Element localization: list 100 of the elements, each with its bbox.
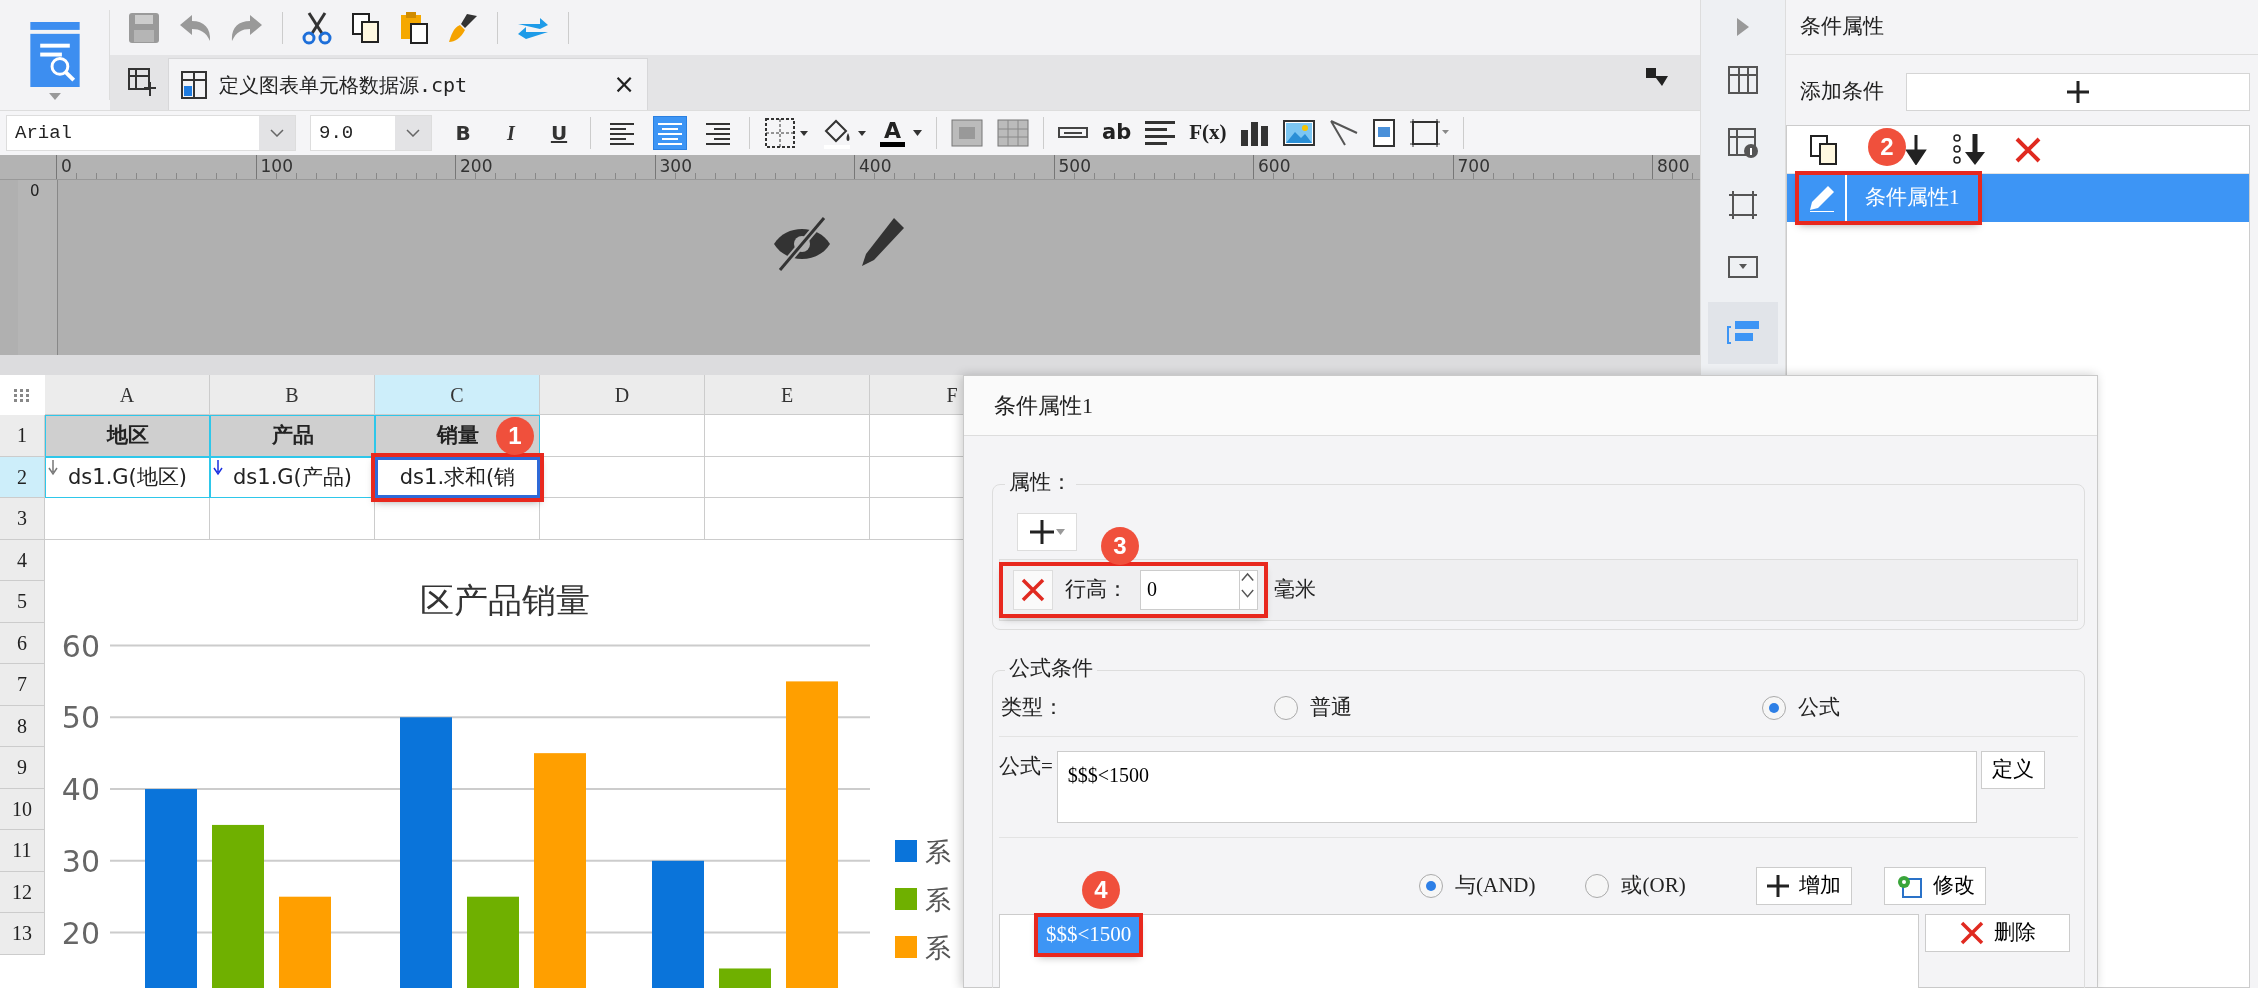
save-icon[interactable]: [128, 11, 160, 44]
row-header[interactable]: 10: [0, 788, 45, 830]
form-icon[interactable]: [1372, 119, 1395, 147]
caret-icon: [1055, 528, 1065, 535]
table-cell: ds1.G(地区): [45, 456, 210, 498]
add-property-button[interactable]: [1017, 512, 1077, 551]
align-lines-icon: [608, 120, 636, 146]
remove-property-button[interactable]: [1013, 569, 1053, 610]
row-header[interactable]: 13: [0, 913, 45, 955]
align-lines-icon: [704, 120, 732, 146]
axis-tick-label: 40: [61, 771, 100, 807]
row-height-input[interactable]: 0: [1140, 569, 1240, 610]
bar-chart-icon[interactable]: [1240, 120, 1269, 146]
property-label: 行高：: [1065, 575, 1128, 603]
dialog-title: 条件属性1: [964, 376, 2097, 436]
legend-label: 系: [925, 932, 951, 963]
row-header[interactable]: 3: [0, 498, 45, 540]
frame-icon[interactable]: [1408, 118, 1449, 148]
unit-label: 毫米: [1274, 575, 1316, 603]
formula-input[interactable]: $$$<1500: [1056, 751, 1977, 823]
column-header[interactable]: B: [210, 375, 375, 415]
row-header[interactable]: 6: [0, 622, 45, 664]
copy-icon[interactable]: [1809, 133, 1839, 166]
chevron-down-icon: [270, 129, 284, 137]
plus-icon: [1766, 875, 1789, 897]
row-header[interactable]: 11: [0, 830, 45, 872]
paragraph-icon[interactable]: [1145, 120, 1176, 146]
table-cell: 地区: [45, 415, 210, 457]
expand-arrow-icon: [48, 459, 58, 476]
add-button[interactable]: 增加: [1755, 867, 1852, 905]
delete-icon: [1021, 577, 1045, 602]
chevron-down-icon: [406, 129, 420, 137]
row-header[interactable]: 7: [0, 664, 45, 706]
italic-button[interactable]: I: [494, 116, 528, 150]
font-size-select[interactable]: 9.0: [310, 115, 432, 151]
paste-icon[interactable]: [399, 10, 429, 45]
add-condition-label: 添加条件: [1800, 78, 1884, 106]
font-color-button[interactable]: A: [880, 119, 923, 147]
brush-icon[interactable]: [447, 11, 479, 44]
undo-icon[interactable]: [178, 12, 212, 43]
logic-radio[interactable]: 与(AND): [1419, 870, 1536, 902]
caret-icon[interactable]: [48, 93, 61, 100]
file-tab[interactable]: 定义图表单元格数据源.cpt ×: [168, 58, 648, 110]
axis-tick-label: 50: [61, 699, 100, 735]
row-header[interactable]: 2: [0, 456, 45, 498]
formula-button[interactable]: F(x): [1189, 117, 1227, 149]
redo-icon[interactable]: [230, 12, 264, 43]
tab-title: 定义图表单元格数据源.cpt: [219, 71, 469, 99]
define-button[interactable]: 定义: [1980, 751, 2045, 789]
expand-arrow-icon: [213, 459, 223, 476]
modify-button[interactable]: 修改: [1883, 867, 1986, 905]
close-button[interactable]: ×: [613, 65, 635, 104]
table-cell: 产品: [210, 415, 375, 457]
merge-cells-icon[interactable]: [951, 119, 984, 147]
bold-button[interactable]: B: [446, 116, 480, 150]
delete-button[interactable]: 删除: [1925, 914, 2070, 952]
cell-info-icon: [1727, 127, 1759, 159]
text-label-button[interactable]: ab: [1102, 117, 1132, 149]
axis-tick-label: 30: [61, 843, 100, 879]
row-header[interactable]: 4: [0, 539, 45, 581]
align-center-button[interactable]: [653, 116, 687, 150]
report-logo-icon[interactable]: [29, 22, 80, 88]
column-header[interactable]: E: [705, 375, 870, 415]
text-field-icon[interactable]: [1058, 126, 1089, 140]
plus-icon: [1029, 519, 1054, 544]
ruler-label: 0: [30, 181, 41, 202]
type-radio[interactable]: 公式: [1762, 692, 1840, 724]
image-icon[interactable]: [1282, 120, 1315, 146]
column-header[interactable]: A: [45, 375, 210, 415]
split-cells-icon[interactable]: [997, 119, 1030, 147]
row-header[interactable]: 5: [0, 581, 45, 623]
copy-icon[interactable]: [351, 11, 381, 44]
arrow-down-icon[interactable]: [1905, 134, 1927, 165]
font-select[interactable]: Arial: [6, 115, 296, 151]
type-label: 类型：: [1001, 694, 1064, 722]
underline-button[interactable]: U: [542, 116, 576, 150]
add-sheet-icon[interactable]: [128, 68, 158, 98]
logic-radio[interactable]: 或(OR): [1585, 870, 1686, 902]
type-radio[interactable]: 普通: [1274, 692, 1352, 724]
fill-bucket-icon[interactable]: [822, 117, 866, 149]
border-icon[interactable]: [764, 117, 808, 149]
panel-title: 条件属性: [1786, 0, 2258, 55]
axis-tick-label: 20: [61, 915, 100, 951]
report-file-icon: [181, 70, 207, 99]
row-header[interactable]: 8: [0, 705, 45, 747]
column-header[interactable]: D: [540, 375, 705, 415]
row-header[interactable]: 12: [0, 871, 45, 913]
row-header[interactable]: 1: [0, 415, 45, 457]
expand-icon[interactable]: [1646, 68, 1668, 88]
condition-name: 条件属性1: [1864, 184, 1961, 212]
legend-label: 系: [925, 836, 951, 867]
delete-icon[interactable]: [2015, 136, 2041, 163]
slash-shape-icon[interactable]: [1328, 119, 1359, 147]
align-lines-icon: [656, 120, 684, 146]
grid-icon: [1727, 65, 1759, 97]
column-header[interactable]: C: [375, 375, 540, 415]
formula-label: 公式=: [999, 753, 1053, 780]
row-header[interactable]: 9: [0, 747, 45, 789]
cut-icon[interactable]: [301, 10, 333, 45]
spinner-arrows-icon: [1240, 569, 1258, 610]
